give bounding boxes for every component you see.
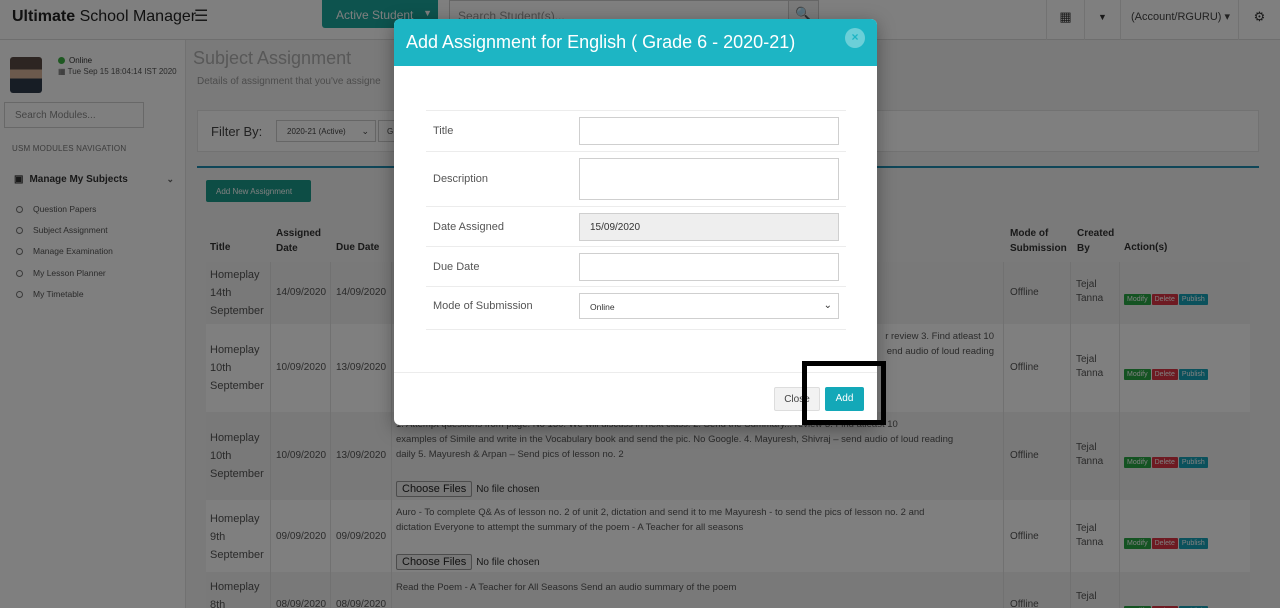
date-assigned-label: Date Assigned: [433, 221, 504, 233]
description-textarea[interactable]: [579, 158, 839, 200]
chevron-down-icon: ⌄: [823, 300, 832, 311]
mode-of-submission-label: Mode of Submission: [433, 300, 533, 312]
date-assigned-field: 15/09/2020: [579, 213, 839, 241]
modal-title: Add Assignment for English ( Grade 6 - 2…: [406, 32, 796, 52]
form-row-title: Title: [426, 110, 846, 151]
due-date-field[interactable]: [579, 253, 839, 281]
title-field[interactable]: [579, 117, 839, 145]
form-row-mode: Mode of Submission Online ⌄: [426, 286, 846, 330]
description-label: Description: [433, 173, 489, 185]
highlight-box: [802, 361, 886, 425]
close-icon[interactable]: ×: [845, 28, 865, 48]
mode-of-submission-select[interactable]: Online ⌄: [579, 293, 839, 319]
form-row-due-date: Due Date: [426, 246, 846, 286]
title-label: Title: [433, 125, 454, 137]
form-row-date-assigned: Date Assigned 15/09/2020: [426, 206, 846, 246]
due-date-label: Due Date: [433, 261, 480, 273]
form-row-description: Description: [426, 151, 846, 206]
modal-header: Add Assignment for English ( Grade 6 - 2…: [394, 19, 877, 66]
